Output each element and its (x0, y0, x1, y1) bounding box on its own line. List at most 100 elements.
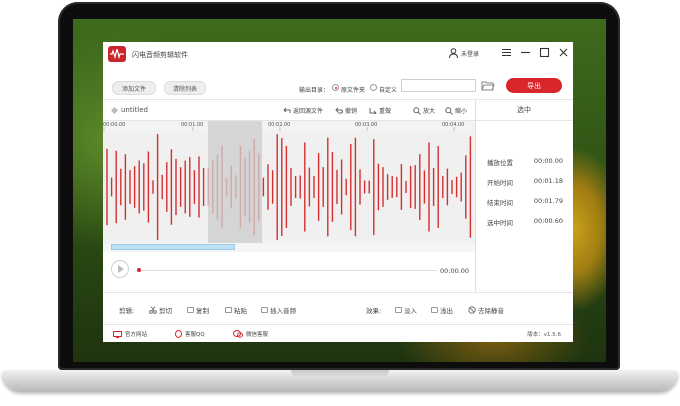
fade-out-label: 浅出 (440, 307, 453, 315)
waveform[interactable] (103, 131, 475, 243)
undo-label: 撤销 (345, 108, 358, 115)
qq-icon (175, 330, 182, 338)
info-label: 结束时间 (487, 199, 513, 207)
remove-silence-icon (468, 306, 476, 314)
copy-button[interactable]: 复制 (187, 305, 209, 315)
info-row-start-time: 开始时间 00:01.18 (487, 177, 563, 187)
close-icon[interactable] (558, 47, 569, 58)
official-site-link[interactable]: 官方网站 (113, 330, 147, 338)
waveform-area[interactable] (103, 131, 475, 243)
horizontal-scrollbar[interactable] (103, 243, 475, 252)
revert-source-label: 返回源文件 (293, 108, 324, 115)
clear-list-button[interactable]: 清除列表 (164, 81, 206, 95)
fade-in-label: 淡入 (404, 307, 417, 315)
file-toolbar: 添加文件 清除列表 输出目录： 原文件夹 自定义 导出 (103, 76, 573, 98)
undo-icon (335, 107, 343, 114)
paste-button[interactable]: 粘贴 (225, 305, 247, 315)
redo-icon (369, 108, 377, 114)
selection-region[interactable] (208, 121, 262, 243)
playhead[interactable] (137, 268, 141, 272)
qq-support-label: 客服QQ (185, 332, 205, 338)
copy-label: 复制 (196, 307, 209, 315)
info-value: 00:00.00 (533, 157, 563, 165)
insert-audio-button[interactable]: 插入音频 (261, 305, 296, 315)
ruler-tick-label: 00:01.00 (181, 122, 204, 128)
time-ruler: 00:00.00 00:01.00 00:02.00 00:03.00 00:0… (103, 121, 475, 131)
laptop-notch (291, 370, 389, 377)
edit-effects-bar: 剪辑: 剪切 复制 粘贴 插入音频 效果: 淡入 浅出 去除静音 (103, 300, 573, 320)
radio-custom[interactable] (370, 84, 377, 91)
export-button[interactable]: 导出 (506, 78, 562, 93)
option-custom-label: 自定义 (379, 86, 398, 94)
official-site-label: 官方网站 (125, 332, 148, 338)
footer: 官方网站 客服QQ 微信客服 版本：v1.5.6 (103, 324, 573, 342)
redo-button[interactable]: 重做 (369, 106, 391, 115)
selection-header: 选中 (517, 106, 531, 114)
current-time: 00:00.00 (440, 267, 470, 275)
divider (103, 292, 573, 293)
zoom-in-icon (413, 106, 421, 115)
cut-button[interactable]: 剪切 (149, 305, 172, 315)
wechat-support-label: 微信客服 (246, 332, 269, 338)
redo-label: 重做 (379, 108, 392, 115)
cut-label: 剪切 (159, 307, 172, 315)
remove-silence-button[interactable]: 去除静音 (468, 305, 504, 315)
zoom-out-icon (445, 106, 453, 115)
add-file-button[interactable]: 添加文件 (112, 81, 156, 95)
audio-file-icon (111, 106, 118, 114)
file-name-label: untitled (121, 106, 149, 114)
info-label: 选中时间 (487, 219, 513, 227)
ruler-tick-label: 00:00.00 (103, 122, 126, 128)
copy-icon (187, 307, 194, 313)
undo-button[interactable]: 撤销 (335, 106, 357, 115)
title-bar: 闪电音频剪辑软件 未登录 (103, 42, 573, 64)
info-row-selected-time: 选中时间 00:00.60 (487, 217, 563, 227)
monitor-icon (113, 330, 122, 338)
radio-original-folder[interactable] (332, 84, 339, 91)
editor-toolbar: untitled 返回源文件 撤销 重做 放大 缩小 (103, 100, 475, 120)
user-login[interactable]: 未登录 (449, 46, 479, 60)
version-label: 版本：v1.5.6 (527, 332, 561, 338)
wechat-support-link[interactable]: 微信客服 (233, 330, 268, 338)
playback-track[interactable] (137, 270, 437, 271)
app-title: 闪电音频剪辑软件 (132, 51, 188, 59)
fade-out-icon (431, 307, 438, 313)
remove-silence-label: 去除静音 (478, 307, 504, 315)
ruler-tick-label: 00:03.00 (355, 122, 378, 128)
info-label: 开始时间 (487, 179, 513, 187)
panel-divider (475, 100, 476, 292)
user-label: 未登录 (461, 50, 480, 58)
insert-audio-icon (261, 307, 268, 313)
paste-icon (225, 307, 232, 313)
output-path-input[interactable] (401, 79, 476, 92)
info-value: 00:01.79 (533, 197, 563, 205)
ruler-tick-label: 00:02.00 (268, 122, 291, 128)
fade-out-button[interactable]: 浅出 (431, 305, 453, 315)
edit-label: 剪辑: (119, 307, 135, 315)
zoom-out-label: 缩小 (455, 108, 468, 115)
maximize-icon[interactable] (539, 47, 550, 58)
folder-open-icon[interactable] (481, 80, 495, 91)
user-icon (449, 48, 458, 58)
scrollbar-thumb[interactable] (111, 244, 235, 250)
fade-in-button[interactable]: 淡入 (395, 305, 417, 315)
info-row-play-position: 播放位置 00:00.00 (487, 157, 563, 167)
zoom-in-label: 放大 (423, 108, 436, 115)
app-logo-icon (108, 46, 126, 62)
scissors-icon (149, 306, 157, 314)
effects-label: 效果: (366, 307, 382, 315)
revert-source-button[interactable]: 返回源文件 (283, 106, 323, 115)
info-value: 00:00.60 (533, 217, 563, 225)
zoom-in-button[interactable]: 放大 (413, 106, 435, 115)
file-name: untitled (111, 106, 148, 114)
option-original-label: 原文件夹 (341, 86, 366, 94)
zoom-out-button[interactable]: 缩小 (445, 106, 467, 115)
output-dir-label: 输出目录： (299, 87, 330, 94)
info-value: 00:01.18 (533, 177, 563, 185)
insert-audio-label: 插入音频 (270, 307, 296, 315)
qq-support-link[interactable]: 客服QQ (175, 330, 205, 338)
app-window: 闪电音频剪辑软件 未登录 添加文件 清除列表 输出目录： 原文件夹 自定义 导出… (103, 42, 573, 342)
minimize-icon[interactable] (520, 47, 531, 58)
menu-icon[interactable] (501, 47, 512, 58)
play-button[interactable] (111, 260, 129, 278)
